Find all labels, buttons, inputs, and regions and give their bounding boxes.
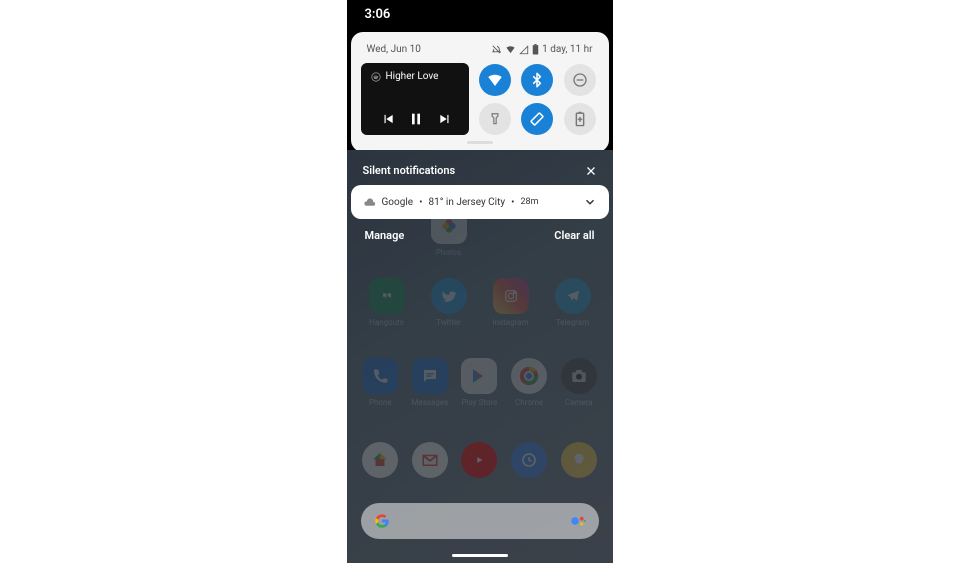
- phone-frame: 3:06 Wed, Jun 10 1 day, 11 hr Higher Lov…: [347, 0, 613, 563]
- flashlight-icon: [488, 112, 502, 126]
- dnd-icon: [572, 72, 588, 88]
- notif-time: 28m: [520, 197, 538, 207]
- google-search-bar[interactable]: [361, 503, 599, 539]
- qs-wifi-tile[interactable]: [479, 64, 511, 96]
- chevron-down-icon[interactable]: [583, 195, 597, 209]
- clock: 3:06: [365, 7, 391, 22]
- panel-status-icons: 1 day, 11 hr: [491, 44, 592, 55]
- bluetooth-icon: [529, 72, 545, 88]
- nav-handle[interactable]: [452, 554, 508, 557]
- next-track-button[interactable]: [438, 112, 452, 126]
- spotify-icon: [371, 72, 381, 82]
- manage-button[interactable]: Manage: [365, 229, 405, 242]
- cloud-icon: [363, 196, 376, 209]
- wifi-status-icon: [505, 44, 516, 55]
- notif-summary: 81° in Jersey City: [428, 197, 505, 208]
- qs-dnd-tile[interactable]: [564, 64, 596, 96]
- panel-drag-handle[interactable]: [467, 141, 493, 144]
- google-g-icon: [373, 512, 391, 530]
- qs-battery-saver-tile[interactable]: [564, 103, 596, 135]
- mute-icon: [491, 44, 502, 55]
- clear-all-button[interactable]: Clear all: [554, 229, 594, 242]
- silent-header-label: Silent notifications: [363, 164, 456, 177]
- panel-top-row: Wed, Jun 10 1 day, 11 hr: [361, 42, 599, 63]
- wifi-icon: [486, 71, 504, 89]
- notification-shade: Silent notifications Google • 81° in Jer…: [351, 156, 609, 252]
- notification-card[interactable]: Google • 81° in Jersey City • 28m: [351, 185, 609, 219]
- signal-icon: [519, 45, 529, 55]
- sep: •: [419, 197, 422, 208]
- sep2: •: [511, 197, 514, 208]
- media-player-card[interactable]: Higher Love: [361, 63, 469, 135]
- qs-autorotate-tile[interactable]: [521, 103, 553, 135]
- assistant-icon[interactable]: [569, 512, 587, 530]
- autorotate-icon: [529, 111, 545, 127]
- battery-saver-icon: [574, 111, 586, 127]
- quick-settings-grid: [477, 63, 599, 135]
- media-title: Higher Love: [386, 71, 439, 82]
- qs-flashlight-tile[interactable]: [479, 103, 511, 135]
- close-icon[interactable]: [585, 165, 597, 177]
- pause-button[interactable]: [408, 111, 424, 127]
- qs-bluetooth-tile[interactable]: [521, 64, 553, 96]
- battery-text: 1 day, 11 hr: [542, 44, 592, 55]
- notif-app-name: Google: [382, 197, 414, 208]
- status-bar: 3:06: [347, 0, 613, 28]
- battery-icon: [532, 44, 539, 55]
- previous-track-button[interactable]: [381, 112, 395, 126]
- date-label[interactable]: Wed, Jun 10: [367, 44, 421, 55]
- quick-settings-panel: Wed, Jun 10 1 day, 11 hr Higher Love: [351, 32, 609, 152]
